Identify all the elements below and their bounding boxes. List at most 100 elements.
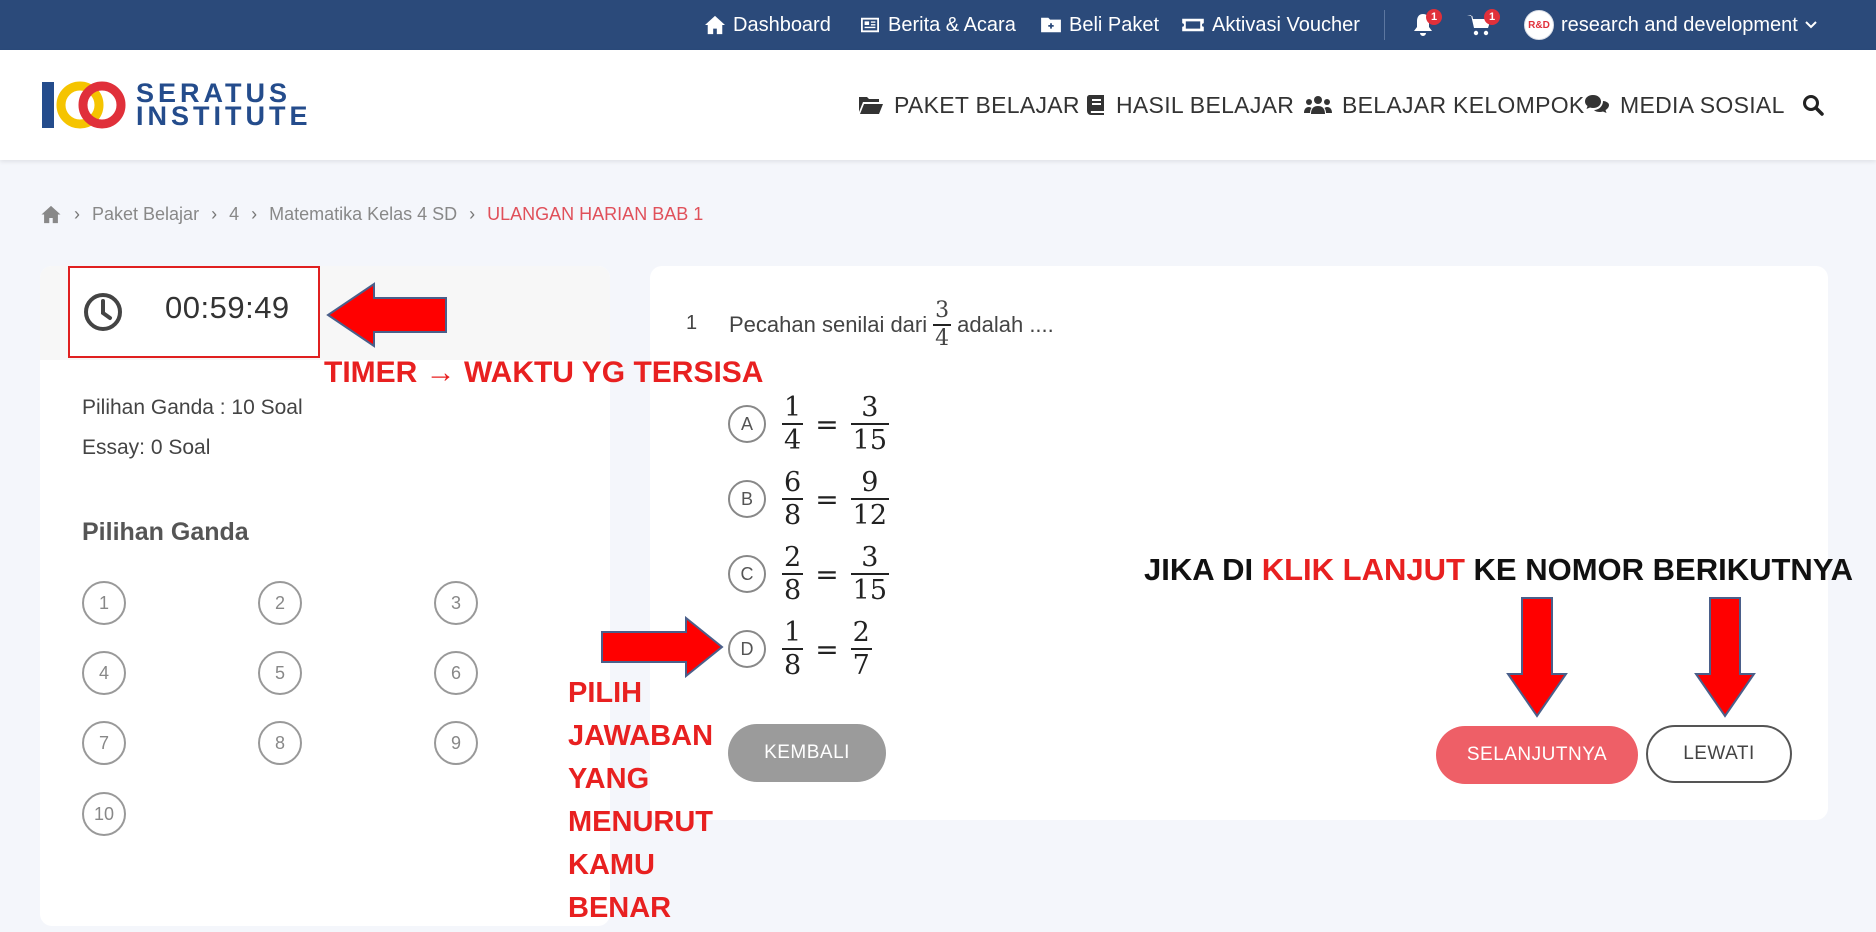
- equals-sign: =: [815, 482, 839, 516]
- arrow-down-annotation: [1506, 597, 1568, 718]
- user-name: research and development: [1561, 13, 1798, 36]
- annotation-pick-line: PILIH: [568, 677, 643, 709]
- annotation-pick-line: JAWABAN: [568, 720, 714, 752]
- topbar-buy-link[interactable]: Beli Paket: [1040, 0, 1159, 50]
- fraction-denominator: 4: [933, 324, 952, 351]
- breadcrumb-item-level[interactable]: 4: [229, 204, 239, 225]
- question-number-button[interactable]: 8: [258, 721, 302, 765]
- breadcrumb-separator: ›: [251, 203, 258, 224]
- topbar-buy-label: Beli Paket: [1069, 13, 1160, 36]
- skip-button[interactable]: LEWATI: [1646, 725, 1792, 783]
- annotation-pick-answer: PILIH JAWABAN YANG MENURUT KAMU BENAR: [568, 672, 713, 930]
- breadcrumb-current: ULANGAN HARIAN BAB 1: [487, 203, 704, 224]
- question-number-button[interactable]: 1: [82, 581, 126, 625]
- search-icon: [1803, 95, 1824, 116]
- breadcrumb: › Paket Belajar › 4 › Matematika Kelas 4…: [40, 200, 703, 228]
- home-icon: [705, 15, 725, 35]
- topbar-news-label: Berita & Acara: [888, 13, 1016, 36]
- logo[interactable]: SERATUS INSTITUTE: [40, 80, 312, 130]
- option-letter[interactable]: C: [728, 555, 766, 593]
- notification-badge: 1: [1426, 9, 1442, 25]
- breadcrumb-item-subject[interactable]: Matematika Kelas 4 SD: [269, 204, 457, 225]
- option-left-den: 8: [782, 648, 804, 681]
- option-math: 18 = 27: [782, 619, 872, 679]
- option-letter[interactable]: D: [728, 630, 766, 668]
- annotation-pick-line: BENAR: [568, 892, 672, 924]
- annotation-next-part2: KLIK LANJUT: [1261, 552, 1465, 587]
- question-number-button[interactable]: 2: [258, 581, 302, 625]
- annotation-pick-line: MENURUT: [568, 806, 713, 838]
- cart-button[interactable]: [1466, 0, 1494, 50]
- arrow-down-annotation: [1694, 597, 1756, 718]
- option-left-num: 6: [784, 467, 802, 498]
- option-math: 68 = 9 12: [782, 467, 890, 529]
- back-button[interactable]: KEMBALI: [728, 724, 886, 782]
- nav-belajar-kelompok-label: BELAJAR KELOMPOK: [1342, 91, 1585, 118]
- topbar-divider: [1384, 10, 1385, 40]
- users-icon: [1304, 96, 1332, 114]
- nav-media-sosial[interactable]: MEDIA SOSIAL: [1584, 50, 1785, 160]
- clock-icon: [84, 293, 122, 331]
- nav-media-sosial-label: MEDIA SOSIAL: [1620, 91, 1785, 118]
- question-number-button[interactable]: 9: [434, 721, 478, 765]
- topbar-voucher-link[interactable]: Aktivasi Voucher: [1181, 0, 1360, 50]
- question-fraction: 3 4: [933, 300, 952, 351]
- question-number-button[interactable]: 10: [82, 792, 126, 836]
- nav-paket-belajar[interactable]: PAKET BELAJAR: [858, 50, 1080, 160]
- annotation-timer: TIMER → WAKTU YG TERSISA: [324, 356, 764, 389]
- answer-option-c[interactable]: C 28 = 3 15: [728, 542, 890, 606]
- question-text: Pecahan senilai dari 3 4 adalah ....: [729, 300, 1054, 350]
- option-right-num: 3: [861, 542, 879, 573]
- user-menu[interactable]: R&D research and development: [1524, 0, 1817, 50]
- annotation-pick-line: KAMU: [568, 849, 655, 881]
- arrow-left-annotation: [326, 282, 447, 348]
- nav-paket-belajar-label: PAKET BELAJAR: [894, 91, 1080, 118]
- option-right-num: 9: [861, 467, 879, 498]
- next-button[interactable]: SELANJUTNYA: [1436, 726, 1638, 784]
- topbar-news-link[interactable]: Berita & Acara: [859, 0, 1016, 50]
- folder-plus-icon: [1041, 17, 1061, 33]
- option-left-den: 8: [782, 573, 804, 606]
- annotation-next-part3: KE NOMOR BERIKUTNYA: [1464, 552, 1854, 587]
- annotation-pick-line: YANG: [568, 763, 650, 795]
- question-number-button[interactable]: 6: [434, 651, 478, 695]
- topbar-dashboard-link[interactable]: Dashboard: [704, 0, 831, 50]
- avatar: R&D: [1524, 10, 1554, 40]
- section-title: Pilihan Ganda: [82, 518, 249, 546]
- question-number-button[interactable]: 7: [82, 721, 126, 765]
- equals-sign: =: [815, 557, 839, 591]
- chevron-down-icon: [1805, 21, 1817, 29]
- nav-belajar-kelompok[interactable]: BELAJAR KELOMPOK: [1304, 50, 1585, 160]
- timer-value: 00:59:49: [165, 290, 290, 325]
- question-number-button[interactable]: 3: [434, 581, 478, 625]
- essay-count: Essay: 0 Soal: [82, 436, 211, 459]
- answer-option-a[interactable]: A 14 = 3 15: [728, 392, 890, 456]
- home-icon[interactable]: [40, 205, 62, 224]
- arrow-right-annotation: [601, 616, 724, 678]
- option-right-den: 15: [850, 423, 890, 456]
- comments-icon: [1585, 95, 1609, 113]
- option-right-num: 3: [861, 392, 879, 423]
- option-math: 28 = 3 15: [782, 542, 890, 606]
- option-letter[interactable]: A: [728, 405, 766, 443]
- equals-sign: =: [815, 407, 839, 441]
- notification-button[interactable]: [1412, 0, 1434, 50]
- option-letter[interactable]: B: [728, 480, 766, 518]
- answer-option-b[interactable]: B 68 = 9 12: [728, 467, 890, 529]
- option-left-num: 1: [784, 392, 802, 423]
- option-right-den: 7: [850, 648, 872, 681]
- answer-option-d[interactable]: D 18 = 27: [728, 619, 872, 679]
- topbar-voucher-label: Aktivasi Voucher: [1212, 13, 1360, 36]
- nav-hasil-belajar-label: HASIL BELAJAR: [1116, 91, 1295, 118]
- breadcrumb-separator: ›: [469, 203, 476, 224]
- option-left-den: 4: [782, 423, 804, 456]
- question-number: 1: [686, 312, 698, 334]
- search-button[interactable]: [1802, 50, 1824, 160]
- question-number-button[interactable]: 4: [82, 651, 126, 695]
- ticket-icon: [1182, 18, 1204, 32]
- folder-open-icon: [859, 97, 883, 114]
- logo-text: SERATUS INSTITUTE: [136, 80, 312, 130]
- question-number-button[interactable]: 5: [258, 651, 302, 695]
- nav-hasil-belajar[interactable]: HASIL BELAJAR: [1086, 50, 1294, 160]
- breadcrumb-item-paket[interactable]: Paket Belajar: [92, 204, 199, 225]
